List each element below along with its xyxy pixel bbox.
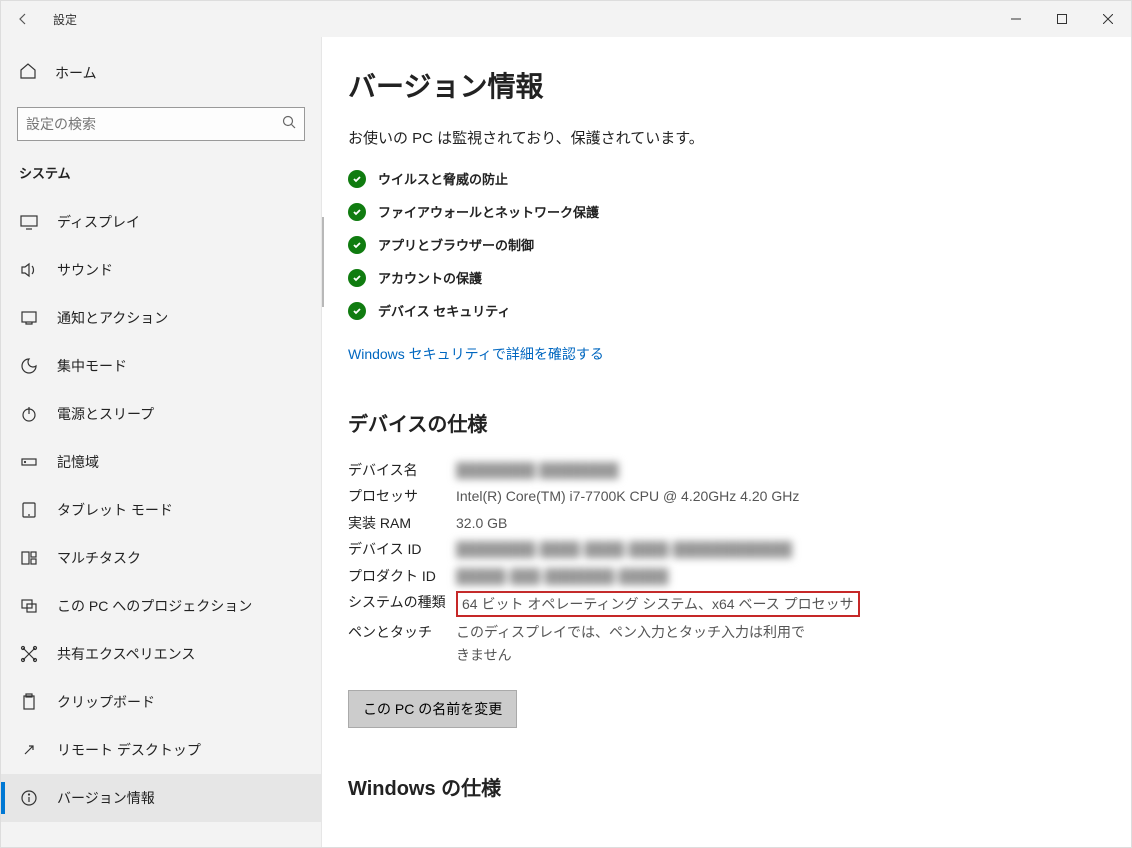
info-icon [19,788,39,808]
windows-spec-title: Windows の仕様 [348,772,1091,801]
nav-label: タブレット モード [57,500,173,520]
search-box[interactable] [17,107,305,141]
home-label: ホーム [55,63,97,83]
check-icon [348,236,366,254]
security-check-row: ファイアウォールとネットワーク保護 [348,202,1091,221]
nav-item-share[interactable]: 共有エクスペリエンス [1,630,321,678]
nav-label: バージョン情報 [57,788,155,808]
security-check-row: アカウントの保護 [348,268,1091,287]
nav-label: 共有エクスペリエンス [57,644,195,664]
check-icon [348,203,366,221]
nav-label: 集中モード [57,356,127,376]
storage-icon [19,452,39,472]
nav-item-remote[interactable]: リモート デスクトップ [1,726,321,774]
titlebar: 設定 [1,1,1131,37]
spec-processor: プロセッサ Intel(R) Core(TM) i7-7700K CPU @ 4… [348,483,1091,509]
window-title: 設定 [53,11,77,28]
spec-device-name: デバイス名 ████████ ████████ [348,457,1091,483]
device-spec-title: デバイスの仕様 [348,408,1091,437]
nav-label: ディスプレイ [57,212,140,232]
sidebar: ホーム システム ディスプレイサウンド通知とアクション集中モード電源とスリープ記… [1,37,321,847]
nav-item-info[interactable]: バージョン情報 [1,774,321,822]
nav-item-projection[interactable]: この PC へのプロジェクション [1,582,321,630]
nav-item-display[interactable]: ディスプレイ [1,198,321,246]
check-icon [348,269,366,287]
check-label: アカウントの保護 [378,268,482,287]
check-label: ファイアウォールとネットワーク保護 [378,202,599,221]
check-label: デバイス セキュリティ [378,301,510,320]
system-type-highlight: 64 ビット オペレーティング システム、x64 ベース プロセッサ [456,591,860,617]
tablet-icon [19,500,39,520]
check-icon [348,170,366,188]
nav-label: サウンド [57,260,113,280]
nav-label: クリップボード [57,692,155,712]
notification-icon [19,308,39,328]
main-panel: バージョン情報 お使いの PC は監視されており、保護されています。 ウイルスと… [321,37,1131,847]
nav-label: 電源とスリープ [57,404,154,424]
page-title: バージョン情報 [348,65,1091,105]
projection-icon [19,596,39,616]
nav-item-notification[interactable]: 通知とアクション [1,294,321,342]
nav-item-power[interactable]: 電源とスリープ [1,390,321,438]
back-button[interactable] [1,1,45,37]
nav-item-storage[interactable]: 記憶域 [1,438,321,486]
home-icon [19,62,37,85]
security-check-row: ウイルスと脅威の防止 [348,169,1091,188]
multitask-icon [19,548,39,568]
security-link[interactable]: Windows セキュリティで詳細を確認する [348,344,604,364]
nav-label: 記憶域 [57,452,99,472]
nav-item-focus[interactable]: 集中モード [1,342,321,390]
minimize-button[interactable] [993,1,1039,37]
power-icon [19,404,39,424]
search-icon [282,115,296,134]
nav-label: リモート デスクトップ [57,740,201,760]
maximize-button[interactable] [1039,1,1085,37]
spec-ram: 実装 RAM 32.0 GB [348,510,1091,536]
protection-heading: お使いの PC は監視されており、保護されています。 [348,127,768,151]
spec-device-id: デバイス ID ████████-████-████-████-████████… [348,536,1091,562]
check-label: ウイルスと脅威の防止 [378,169,508,188]
nav-label: マルチタスク [57,548,141,568]
search-input[interactable] [26,116,282,132]
spec-system-type: システムの種類 64 ビット オペレーティング システム、x64 ベース プロセ… [348,589,1091,619]
rename-pc-button[interactable]: この PC の名前を変更 [348,690,517,728]
spec-product-id: プロダクト ID █████-███-███████-█████ [348,563,1091,589]
share-icon [19,644,39,664]
sound-icon [19,260,39,280]
scroll-indicator [321,217,324,307]
focus-icon [19,356,39,376]
check-label: アプリとブラウザーの制御 [378,235,534,254]
nav-item-clipboard[interactable]: クリップボード [1,678,321,726]
check-icon [348,302,366,320]
home-nav[interactable]: ホーム [1,53,321,93]
spec-pen-touch: ペンとタッチ このディスプレイでは、ペン入力とタッチ入力は利用できません [348,619,1091,668]
clipboard-icon [19,692,39,712]
nav-item-tablet[interactable]: タブレット モード [1,486,321,534]
nav-label: この PC へのプロジェクション [57,596,252,616]
nav-item-multitask[interactable]: マルチタスク [1,534,321,582]
nav-label: 通知とアクション [57,308,168,328]
display-icon [19,212,39,232]
window-controls [993,1,1131,37]
remote-icon [19,740,39,760]
security-check-row: デバイス セキュリティ [348,301,1091,320]
close-button[interactable] [1085,1,1131,37]
section-heading: システム [1,153,321,198]
nav-item-sound[interactable]: サウンド [1,246,321,294]
security-check-row: アプリとブラウザーの制御 [348,235,1091,254]
